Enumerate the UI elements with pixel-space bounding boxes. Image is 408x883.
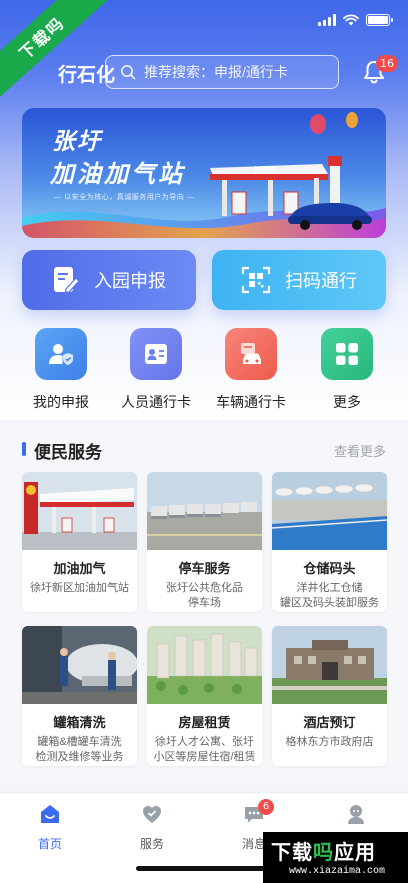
- banner-title-line2: 加油加气站: [50, 161, 185, 188]
- grid-icon: [321, 328, 373, 380]
- park-entry-apply-button[interactable]: 入园申报: [22, 250, 196, 310]
- service-card-tank-cleaning[interactable]: 罐箱清洗 罐箱&槽罐车清洗 检测及维修等业务: [22, 626, 137, 766]
- home-indicator: [136, 866, 272, 871]
- banner-slogan: — 以安全为核心，真诚服务用户为导向 —: [54, 193, 195, 201]
- service-card-title: 房屋租赁: [178, 715, 231, 730]
- hotel-photo: [272, 626, 387, 704]
- service-icon: [143, 806, 161, 823]
- service-card-fuel[interactable]: 加油加气 徐圩新区加油加气站: [22, 472, 137, 612]
- qr-scan-icon: [241, 266, 271, 294]
- quick-nav-label: 车辆通行卡: [216, 394, 286, 410]
- tab-home[interactable]: 首页: [20, 803, 80, 852]
- service-card-storage[interactable]: 仓储码头 洋井化工仓储 罐区及码头装卸服务: [272, 472, 387, 612]
- service-card-title: 仓储码头: [303, 561, 356, 576]
- message-badge: 6: [258, 799, 274, 815]
- watermark-url: www.xiazaima.com: [289, 866, 386, 877]
- quick-nav-label: 人员通行卡: [121, 394, 191, 410]
- id-card-icon: [130, 328, 182, 380]
- scan-pass-button[interactable]: 扫码通行: [212, 250, 386, 310]
- service-card-title: 酒店预订: [303, 715, 356, 730]
- promo-banner[interactable]: 张圩 加油加气站 — 以安全为核心，真诚服务用户为导向 — 加油站: [22, 108, 386, 238]
- profile-icon: [348, 805, 364, 824]
- service-card-title: 停车服务: [178, 561, 231, 576]
- watermark-suffix: 应用: [334, 842, 376, 864]
- service-card-subtitle: 罐箱&槽罐车清洗 检测及维修等业务: [35, 736, 124, 763]
- parking-lot-photo: [147, 472, 262, 550]
- home-icon: [41, 805, 59, 823]
- watermark-prefix: 下载: [271, 842, 313, 864]
- service-card-subtitle: 徐圩新区加油加气站: [30, 582, 129, 594]
- quick-nav-vehicle-pass[interactable]: 车辆通行卡: [206, 328, 296, 412]
- quick-nav-label: 更多: [333, 394, 361, 410]
- search-placeholder: 推荐搜索：申报/通行卡: [144, 64, 288, 80]
- service-card-subtitle: 洋井化工仓储 罐区及码头装卸服务: [280, 582, 379, 609]
- services-title: 便民服务: [34, 443, 102, 462]
- search-icon: [121, 65, 136, 80]
- quick-nav-label: 我的申报: [33, 394, 89, 410]
- battery-icon: [366, 14, 393, 26]
- banner-title-line1: 张圩: [52, 128, 102, 154]
- storage-terminal-photo: [272, 472, 387, 550]
- tab-label: 首页: [37, 837, 62, 851]
- service-card-subtitle: 格林东方市政府店: [285, 736, 374, 748]
- section-accent-bar: [22, 442, 26, 456]
- tab-services[interactable]: 服务: [122, 803, 182, 852]
- signal-icon: [318, 14, 336, 26]
- wifi-icon: [343, 14, 359, 26]
- edit-document-icon: [54, 267, 80, 294]
- service-card-subtitle: 徐圩人才公寓、张圩 小区等房屋住宿/租赁: [153, 736, 256, 763]
- station-sign: 加油站: [254, 166, 275, 174]
- watermark-badge: 下载吗应用 www.xiazaima.com: [263, 832, 408, 883]
- gas-station-photo: [22, 472, 137, 550]
- watermark-text: 下载吗应用: [271, 836, 376, 865]
- tank-cleaning-photo: [22, 626, 137, 704]
- service-card-subtitle: 张圩公共危化品 停车场: [166, 582, 243, 609]
- service-card-parking[interactable]: 停车服务 张圩公共危化品 停车场: [147, 472, 262, 612]
- quick-nav-personnel-pass[interactable]: 人员通行卡: [111, 328, 201, 412]
- watermark-accent: 吗: [313, 842, 334, 864]
- user-shield-icon: [35, 328, 87, 380]
- apartment-photo: [147, 626, 262, 704]
- service-card-housing[interactable]: 房屋租赁 徐圩人才公寓、张圩 小区等房屋住宿/租赁: [147, 626, 262, 766]
- notification-badge: 16: [376, 55, 398, 72]
- tab-label: 服务: [139, 837, 164, 851]
- search-input[interactable]: 推荐搜索：申报/通行卡: [105, 55, 339, 89]
- service-card-hotel[interactable]: 酒店预订 格林东方市政府店: [272, 626, 387, 766]
- service-card-title: 罐箱清洗: [53, 715, 106, 730]
- quick-nav-more[interactable]: 更多: [302, 328, 392, 412]
- park-entry-apply-label: 入园申报: [94, 271, 166, 291]
- scan-pass-label: 扫码通行: [285, 271, 357, 291]
- view-more-link[interactable]: 查看更多: [334, 441, 386, 460]
- car-card-icon: [225, 328, 277, 380]
- service-card-title: 加油加气: [53, 561, 106, 576]
- quick-nav-my-applications[interactable]: 我的申报: [16, 328, 106, 412]
